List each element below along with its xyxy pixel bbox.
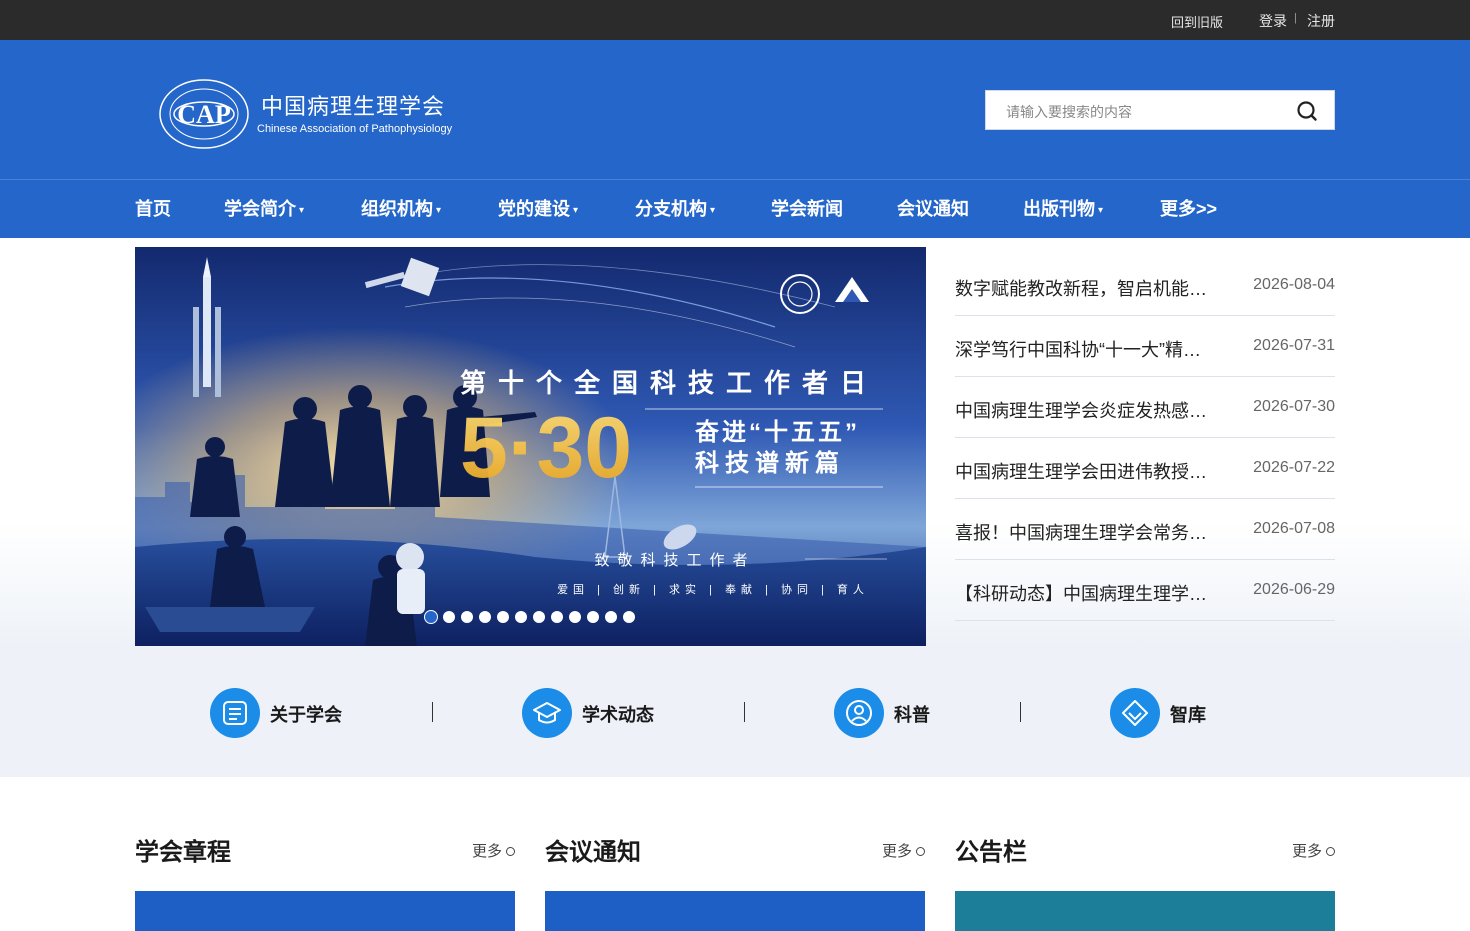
- banner-salute: 致敬科技工作者: [594, 552, 755, 569]
- banner-dot[interactable]: [605, 611, 617, 623]
- chevron-down-icon: ▾: [710, 204, 716, 216]
- cap-emblem-icon: CAP: [159, 79, 249, 149]
- news-list: 数字赋能教改新程，智启机能… 2026-08-04 深学笃行中国科协“十一大”精……: [955, 255, 1335, 621]
- chevron-down-icon: ▾: [299, 204, 305, 216]
- banner-dot[interactable]: [533, 611, 545, 623]
- quick-link-divider: [744, 702, 745, 722]
- news-date: 2026-07-30: [1253, 398, 1335, 415]
- more-link[interactable]: 更多: [882, 840, 925, 861]
- nav-item-news[interactable]: 学会新闻: [771, 195, 843, 225]
- quick-link-label: 科普: [894, 705, 930, 725]
- arrow-circle-icon: [506, 846, 515, 856]
- banner-dot[interactable]: [515, 611, 527, 623]
- quick-links-bar: 关于学会 学术动态 科普 智库: [0, 646, 1470, 777]
- banner-dot[interactable]: [425, 611, 437, 623]
- nav-item-more[interactable]: 更多>>: [1160, 195, 1217, 225]
- more-link[interactable]: 更多: [1292, 840, 1335, 861]
- logo-english-name: Chinese Association of Pathophysiology: [257, 123, 453, 135]
- banner-headline: 第十个全国科技工作者日: [460, 368, 878, 398]
- banner-dot[interactable]: [497, 611, 509, 623]
- section-image[interactable]: [955, 891, 1335, 931]
- header-divider: [0, 179, 1470, 180]
- news-date: 2026-07-08: [1253, 520, 1335, 537]
- logo-chinese-name: 中国病理生理学会: [261, 94, 446, 119]
- news-item[interactable]: 【科研动态】中国病理生理学… 2026-06-29: [955, 560, 1335, 621]
- banner-dot[interactable]: [587, 611, 599, 623]
- search-box: [985, 90, 1335, 130]
- arrow-circle-icon: [1326, 846, 1335, 856]
- section-title: 公告栏: [955, 839, 1027, 866]
- banner-slogan-2: 科技谱新篇: [695, 449, 845, 477]
- chevron-down-icon: ▾: [573, 204, 579, 216]
- section-title: 学会章程: [135, 839, 231, 866]
- nav-item-publications[interactable]: 出版刊物 ▾: [1023, 195, 1103, 225]
- banner-dot[interactable]: [551, 611, 563, 623]
- banner-values: 爱国 | 创新 | 求实 | 奉献 | 协同 | 育人: [557, 582, 869, 596]
- banner-dot[interactable]: [479, 611, 491, 623]
- news-title: 喜报！中国病理生理学会常务…: [955, 523, 1207, 543]
- nav-item-branches[interactable]: 分支机构 ▾: [635, 195, 715, 225]
- chevron-down-icon: ▾: [436, 204, 442, 216]
- quick-link-divider: [432, 702, 433, 722]
- banner-dot[interactable]: [569, 611, 581, 623]
- nav-item-party[interactable]: 党的建设 ▾: [498, 195, 578, 225]
- quick-link-divider: [1020, 702, 1021, 722]
- news-date: 2026-07-22: [1253, 459, 1335, 476]
- news-item[interactable]: 喜报！中国病理生理学会常务… 2026-07-08: [955, 499, 1335, 560]
- news-title: 中国病理生理学会田进伟教授…: [955, 462, 1207, 482]
- register-link[interactable]: 注册: [1307, 11, 1335, 31]
- news-title: 深学笃行中国科协“十一大”精…: [955, 340, 1201, 360]
- banner-pagination: [425, 610, 641, 624]
- section-image[interactable]: [545, 891, 925, 931]
- section-title: 会议通知: [545, 839, 641, 866]
- search-icon[interactable]: [1296, 100, 1318, 122]
- quick-link-label: 学术动态: [582, 705, 654, 725]
- user-icon: [834, 688, 884, 738]
- news-item[interactable]: 数字赋能教改新程，智启机能… 2026-08-04: [955, 255, 1335, 316]
- old-version-link[interactable]: 回到旧版: [1171, 12, 1223, 31]
- arrow-circle-icon: [916, 846, 925, 856]
- quick-link-label: 智库: [1170, 705, 1206, 725]
- login-register-separator: |: [1294, 12, 1297, 24]
- news-date: 2026-06-29: [1253, 581, 1335, 598]
- document-icon: [210, 688, 260, 738]
- logo-mark-text: CAP: [177, 100, 231, 129]
- login-link[interactable]: 登录: [1259, 11, 1287, 31]
- hero-banner[interactable]: 第十个全国科技工作者日 5·30 奋进“十五五” 科技谱新篇 致敬科技工作者 爱…: [135, 247, 926, 647]
- banner-dot[interactable]: [443, 611, 455, 623]
- banner-dot[interactable]: [461, 611, 473, 623]
- site-header: CAP 中国病理生理学会 Chinese Association of Path…: [0, 40, 1470, 238]
- nav-item-about[interactable]: 学会简介 ▾: [224, 195, 304, 225]
- news-title: 中国病理生理学会炎症发热感…: [955, 401, 1207, 421]
- top-bar: 回到旧版 登录 | 注册: [0, 0, 1470, 40]
- news-title: 【科研动态】中国病理生理学…: [955, 584, 1207, 604]
- news-title: 数字赋能教改新程，智启机能…: [955, 279, 1207, 299]
- chevron-down-icon: ▾: [1098, 204, 1104, 216]
- search-input[interactable]: [1004, 100, 1288, 124]
- banner-image: 第十个全国科技工作者日 5·30 奋进“十五五” 科技谱新篇 致敬科技工作者 爱…: [135, 247, 926, 647]
- banner-date-number: 5·30: [460, 400, 632, 496]
- news-item[interactable]: 中国病理生理学会炎症发热感… 2026-07-30: [955, 377, 1335, 438]
- news-date: 2026-08-04: [1253, 276, 1335, 293]
- site-logo[interactable]: CAP 中国病理生理学会 Chinese Association of Path…: [158, 76, 458, 152]
- news-item[interactable]: 深学笃行中国科协“十一大”精… 2026-07-31: [955, 316, 1335, 377]
- graduation-cap-icon: [522, 688, 572, 738]
- news-date: 2026-07-31: [1253, 337, 1335, 354]
- more-link[interactable]: 更多: [472, 840, 515, 861]
- banner-dot[interactable]: [623, 611, 635, 623]
- diamond-icon: [1110, 688, 1160, 738]
- news-item[interactable]: 中国病理生理学会田进伟教授… 2026-07-22: [955, 438, 1335, 499]
- nav-item-home[interactable]: 首页: [135, 195, 171, 225]
- banner-slogan-1: 奋进“十五五”: [694, 419, 860, 446]
- nav-item-meetings[interactable]: 会议通知: [897, 195, 969, 225]
- quick-link-label: 关于学会: [270, 705, 342, 725]
- nav-item-organization[interactable]: 组织机构 ▾: [361, 195, 441, 225]
- section-image[interactable]: [135, 891, 515, 931]
